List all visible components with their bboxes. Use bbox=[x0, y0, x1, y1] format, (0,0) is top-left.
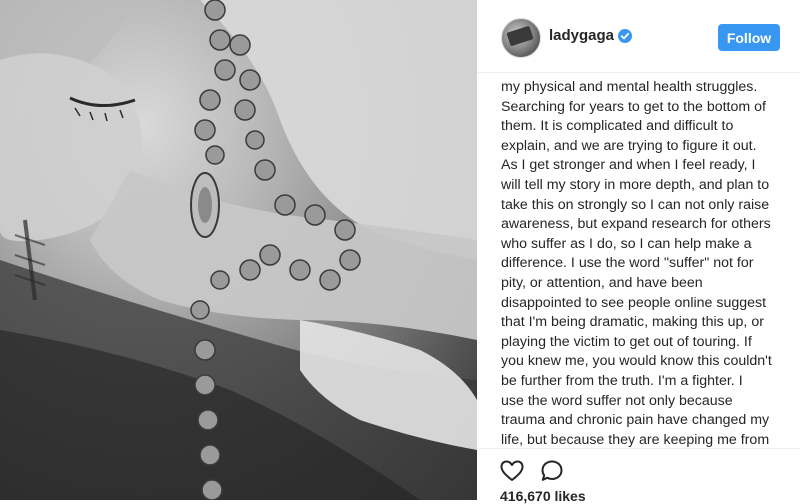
heart-icon[interactable] bbox=[499, 458, 525, 484]
post-header: ladygaga Follow bbox=[477, 0, 800, 73]
avatar[interactable] bbox=[501, 18, 541, 58]
post-photo-art bbox=[0, 0, 477, 500]
follow-button[interactable]: Follow bbox=[718, 24, 780, 51]
username[interactable]: ladygaga bbox=[549, 27, 614, 44]
likes-count[interactable]: 416,670 likes bbox=[500, 488, 586, 504]
post-caption: my physical and mental health struggles.… bbox=[501, 79, 772, 487]
post-photo bbox=[0, 0, 477, 500]
verified-badge-icon bbox=[618, 29, 632, 43]
post-sidebar: ladygaga Follow my physical and mental h… bbox=[477, 0, 800, 504]
comment-icon[interactable] bbox=[539, 458, 565, 484]
